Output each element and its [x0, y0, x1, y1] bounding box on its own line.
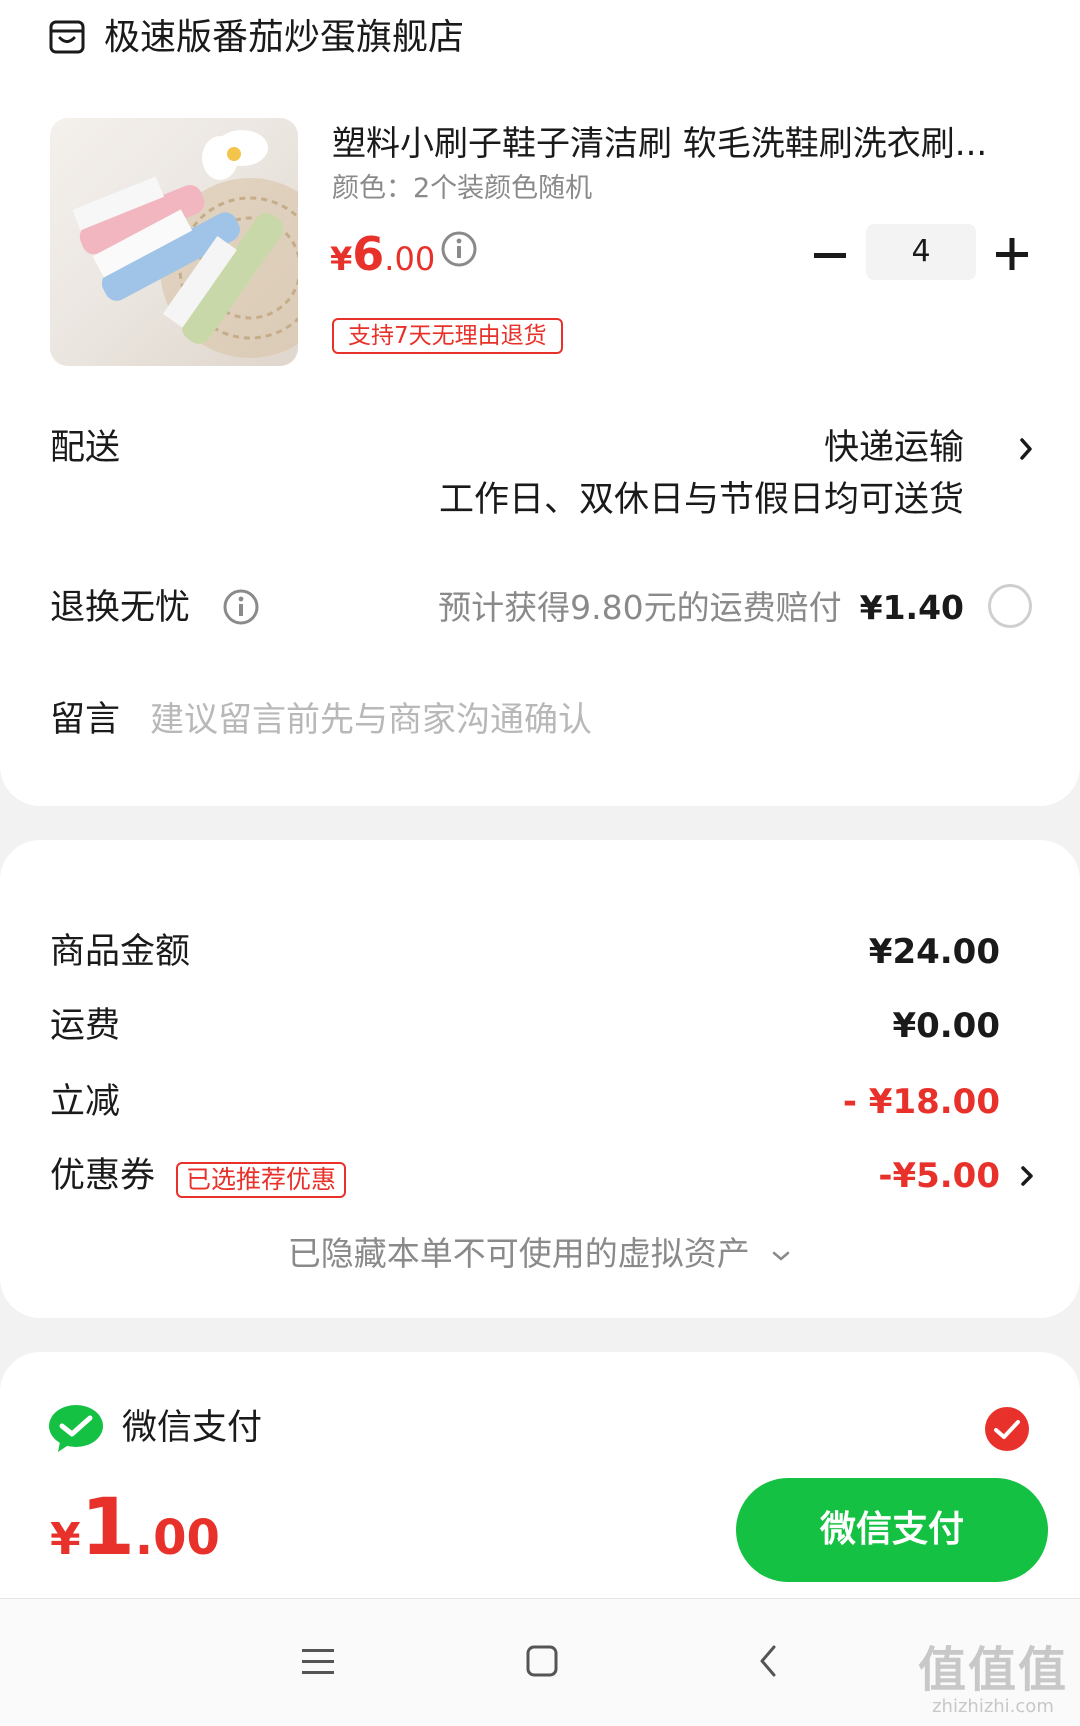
discount-label: 立减 [50, 1082, 121, 1122]
return-insurance-price: ¥1.40 [859, 588, 964, 627]
return-insurance-label: 退换无忧 [50, 588, 191, 628]
coupon-badge: 已选推荐优惠 [176, 1162, 347, 1198]
total-symbol: ¥ [50, 1514, 81, 1565]
return-policy-badge: 支持7天无理由退货 [332, 318, 563, 354]
payment-method-card[interactable]: 微信支付 [0, 1352, 1080, 1472]
product-price: ¥6.00 [330, 226, 435, 293]
return-insurance-radio[interactable] [988, 584, 1032, 628]
wechat-pay-icon [49, 1405, 103, 1452]
watermark-sub: zhizhizhi.com [932, 1696, 1054, 1717]
watermark: 值值值 zhizhizhi.com [918, 1646, 1068, 1716]
info-icon[interactable] [440, 230, 478, 268]
hidden-assets-toggle[interactable]: 已隐藏本单不可使用的虚拟资产 [0, 1230, 1080, 1278]
product-title[interactable]: 塑料小刷子鞋子清洁刷 软毛洗鞋刷洗衣刷... [332, 120, 1032, 168]
system-nav-bar: 值值值 zhizhizhi.com [0, 1598, 1080, 1726]
chevron-right-icon[interactable] [1016, 1160, 1038, 1192]
checkout-bar: ¥1.00 微信支付 [0, 1460, 1080, 1598]
plus-icon[interactable] [990, 232, 1034, 276]
message-label: 留言 [50, 700, 121, 740]
wechat-pay-label: 微信支付 [122, 1408, 263, 1448]
back-icon[interactable] [756, 1643, 780, 1679]
goods-amount-label: 商品金额 [50, 932, 191, 972]
price-symbol: ¥ [330, 240, 353, 278]
total-price: ¥1.00 [50, 1480, 220, 1597]
info-icon[interactable] [222, 588, 260, 626]
shipping-note: 工作日、双休日与节假日均可送货 [438, 480, 964, 520]
coupon-value[interactable]: -¥5.00 [878, 1152, 1000, 1200]
coupon-label[interactable]: 优惠券 [50, 1152, 155, 1200]
chevron-down-icon [773, 1251, 790, 1261]
total-integer: 1 [80, 1483, 135, 1573]
price-decimal: .00 [384, 240, 436, 278]
return-insurance-text: 预计获得9.80元的运费赔付 [438, 588, 842, 627]
home-icon[interactable] [524, 1643, 560, 1679]
price-integer: 6 [352, 227, 385, 281]
goods-amount-value: ¥24.00 [868, 932, 1000, 972]
product-thumbnail[interactable] [50, 118, 298, 366]
message-input[interactable] [150, 696, 1030, 744]
order-card: 极速版番茄炒蛋旗舰店 塑料小刷子鞋子清洁刷 软毛洗鞋刷洗衣刷... 颜色：2个装… [0, 0, 1080, 806]
product-variant[interactable]: 颜色：2个装颜色随机 [332, 170, 592, 208]
watermark-main: 值值值 [917, 1642, 1068, 1698]
return-insurance-desc: 预计获得9.80元的运费赔付 ¥1.40 [438, 584, 964, 632]
shipping-label: 配送 [50, 428, 121, 468]
shipping-method[interactable]: 快递运输 [824, 424, 964, 472]
menu-icon[interactable] [298, 1643, 338, 1679]
selected-check-icon[interactable] [984, 1406, 1030, 1452]
hidden-assets-text: 已隐藏本单不可使用的虚拟资产 [287, 1234, 750, 1273]
discount-value: - ¥18.00 [842, 1082, 1000, 1122]
store-icon [49, 20, 85, 54]
total-decimal: .00 [134, 1510, 220, 1566]
minus-icon[interactable] [808, 234, 852, 278]
store-name[interactable]: 极速版番茄炒蛋旗舰店 [104, 14, 464, 62]
quantity-input[interactable]: 4 [866, 224, 976, 280]
pay-button[interactable]: 微信支付 [736, 1478, 1048, 1582]
freight-label: 运费 [50, 1006, 121, 1046]
price-summary-card: 商品金额 ¥24.00 运费 ¥0.00 立减 - ¥18.00 优惠券 已选推… [0, 840, 1080, 1318]
freight-value: ¥0.00 [892, 1006, 1000, 1046]
chevron-right-icon[interactable] [1014, 432, 1038, 466]
